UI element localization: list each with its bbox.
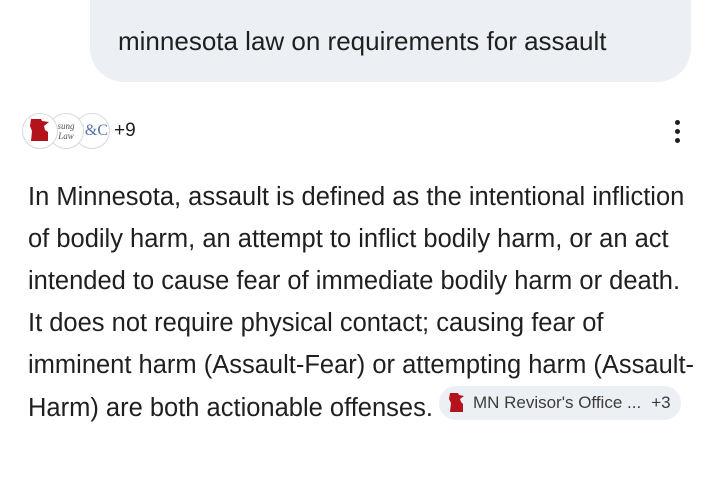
logo-line-2: Law — [58, 131, 74, 141]
minnesota-shape-icon — [448, 393, 464, 412]
minnesota-shape-icon — [22, 113, 58, 149]
user-query-bubble: minnesota law on requirements for assaul… — [90, 0, 691, 82]
ai-answer-screen: minnesota law on requirements for assaul… — [0, 0, 720, 491]
citation-count: +3 — [651, 393, 671, 412]
citation-chip[interactable]: MN Revisor's Office ... +3 — [438, 386, 681, 420]
sources-row[interactable]: sung Law S&C +9 — [22, 112, 136, 150]
answer-paragraph: In Minnesota, assault is defined as the … — [28, 176, 700, 429]
user-query-text: minnesota law on requirements for assaul… — [118, 26, 607, 56]
citation-label: MN Revisor's Office ... — [472, 393, 642, 412]
more-sources-count[interactable]: +9 — [114, 120, 136, 142]
more-options-icon[interactable] — [664, 116, 690, 146]
logo-line-1: sung — [57, 121, 75, 131]
